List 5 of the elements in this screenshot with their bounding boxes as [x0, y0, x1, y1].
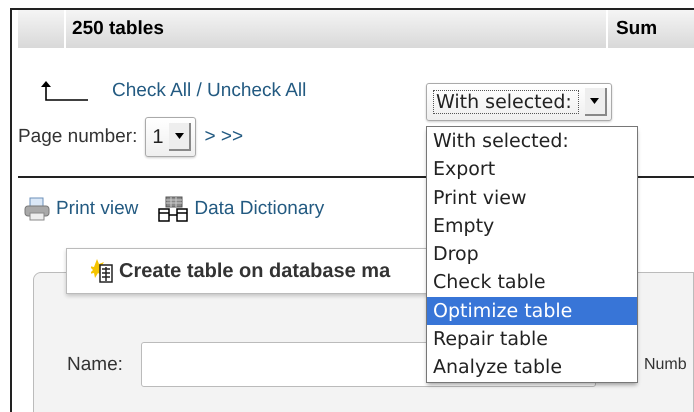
link-separator: / [196, 80, 202, 101]
number-label: Numb [644, 356, 687, 374]
page-number-label: Page number: [18, 126, 138, 148]
name-label: Name: [67, 354, 123, 376]
legend-title: Create table on database ma [119, 260, 390, 282]
